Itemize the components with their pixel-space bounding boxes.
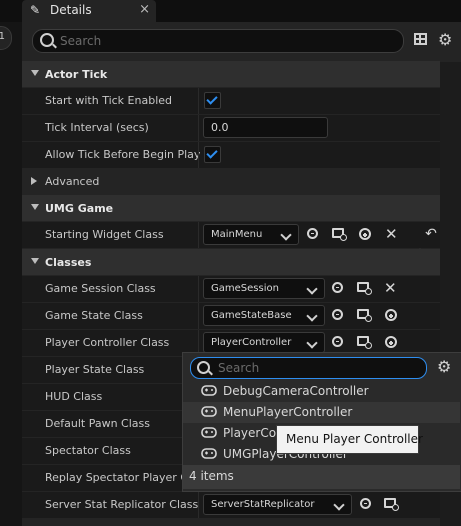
property-label: HUD Class xyxy=(45,390,103,403)
player-controller-combo[interactable]: PlayerController xyxy=(203,332,325,353)
advanced-label: Advanced xyxy=(45,175,100,188)
browse-icon[interactable] xyxy=(357,336,372,349)
category-classes[interactable]: Classes xyxy=(22,249,440,275)
gamepad-icon xyxy=(201,427,217,438)
property-row: Start with Tick Enabled xyxy=(22,87,440,114)
clear-icon[interactable]: ✕ xyxy=(384,279,397,297)
search-icon xyxy=(40,33,54,47)
tooltip: Menu Player Controller xyxy=(276,425,423,454)
property-label: Player State Class xyxy=(45,363,145,376)
tick-interval-input[interactable]: 0.0 xyxy=(203,117,328,138)
use-selected-icon[interactable] xyxy=(307,228,318,239)
start-tick-checkbox[interactable] xyxy=(204,92,221,109)
category-title: Actor Tick xyxy=(45,68,108,81)
property-label: Start with Tick Enabled xyxy=(45,94,173,107)
chevron-down-icon xyxy=(306,337,318,349)
property-label: Server Stat Replicator Class xyxy=(45,498,199,511)
gamepad-icon xyxy=(201,385,217,396)
property-label: Spectator Class xyxy=(45,444,131,457)
property-label: Player Controller Class xyxy=(45,336,170,349)
use-selected-icon[interactable] xyxy=(332,282,343,293)
close-icon[interactable]: × xyxy=(139,2,150,17)
picker-item-count: 4 items xyxy=(183,465,460,489)
chevron-down-icon xyxy=(280,229,292,241)
property-label: Allow Tick Before Begin Play xyxy=(45,148,201,161)
picker-search-box[interactable]: Search xyxy=(190,357,427,379)
picker-item[interactable]: DebugCameraController xyxy=(183,381,460,402)
property-row: Allow Tick Before Begin Play xyxy=(22,141,440,168)
picker-item-label: DebugCameraController xyxy=(223,384,369,398)
chevron-down-icon xyxy=(306,310,318,322)
picker-settings-icon[interactable]: ⚙ xyxy=(437,357,451,376)
pencil-icon: ✎ xyxy=(30,3,41,17)
property-label: Tick Interval (secs) xyxy=(45,121,149,134)
settings-gear-icon[interactable]: ⚙ xyxy=(438,30,452,49)
browse-icon[interactable] xyxy=(357,309,372,322)
game-state-combo[interactable]: GameStateBase xyxy=(203,305,325,326)
advanced-expander[interactable]: Advanced xyxy=(22,168,440,195)
chevron-down-icon xyxy=(31,204,39,210)
chevron-down-icon xyxy=(31,70,39,76)
chevron-down-icon xyxy=(31,258,39,264)
search-box[interactable]: Search xyxy=(32,29,404,53)
category-actor-tick[interactable]: Actor Tick xyxy=(22,61,440,87)
picker-search-input[interactable]: Search xyxy=(218,361,259,375)
browse-icon[interactable] xyxy=(357,282,372,295)
table-view-icon[interactable] xyxy=(414,33,427,45)
browse-icon[interactable] xyxy=(384,498,399,511)
use-selected-icon[interactable] xyxy=(332,309,343,320)
side-tab[interactable]: 1 xyxy=(0,26,12,50)
clear-icon[interactable]: ✕ xyxy=(385,225,398,243)
chevron-down-icon xyxy=(333,499,345,511)
gamepad-icon xyxy=(201,406,217,417)
picker-item-hovered[interactable]: MenuPlayerController xyxy=(183,402,460,423)
use-selected-icon[interactable] xyxy=(360,498,371,509)
property-label: Replay Spectator Player Co xyxy=(45,471,195,484)
property-label: Game State Class xyxy=(45,309,143,322)
category-title: Classes xyxy=(45,256,92,269)
category-title: UMG Game xyxy=(45,202,114,215)
search-input[interactable]: Search xyxy=(60,34,101,48)
side-tab-badge: 1 xyxy=(0,31,5,42)
search-icon xyxy=(197,361,210,374)
property-label: Default Pawn Class xyxy=(45,417,150,430)
tab-title: Details xyxy=(50,3,92,17)
add-icon[interactable] xyxy=(385,309,397,321)
category-umg-game[interactable]: UMG Game xyxy=(22,195,440,221)
allow-tick-checkbox[interactable] xyxy=(204,146,221,163)
add-icon[interactable] xyxy=(385,336,397,348)
property-label: Game Session Class xyxy=(45,282,156,295)
browse-icon[interactable] xyxy=(332,228,347,241)
add-icon[interactable] xyxy=(359,228,371,240)
chevron-down-icon xyxy=(306,283,318,295)
tab-details[interactable]: ✎ Details × xyxy=(22,0,156,22)
reset-icon[interactable]: ↶ xyxy=(422,225,440,243)
property-label: Starting Widget Class xyxy=(45,228,164,241)
use-selected-icon[interactable] xyxy=(332,336,343,347)
picker-item-label: MenuPlayerController xyxy=(223,405,353,419)
gamepad-icon xyxy=(201,448,217,459)
game-session-combo[interactable]: GameSession xyxy=(203,278,325,299)
chevron-right-icon xyxy=(31,177,37,185)
starting-widget-combo[interactable]: MainMenu xyxy=(203,224,299,245)
picker-item-label: PlayerCo xyxy=(223,426,277,440)
server-stat-combo[interactable]: ServerStatReplicator xyxy=(203,494,352,515)
